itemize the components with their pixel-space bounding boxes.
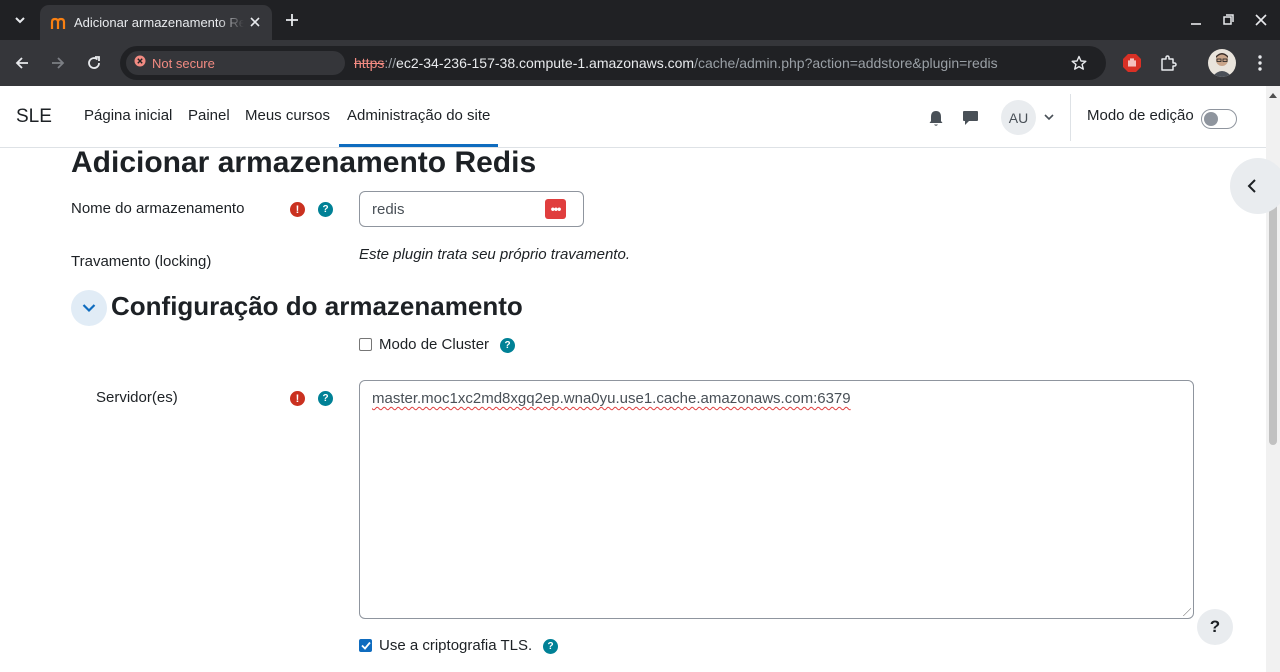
tls-checkbox[interactable] [359, 639, 372, 652]
tab-title: Adicionar armazenamento Redis [74, 15, 244, 30]
url-path: /cache/admin.php?action=addstore&plugin=… [694, 55, 998, 71]
tab-search-chevron-icon[interactable] [8, 8, 32, 32]
servers-value: master.moc1xc2md8xgq2ep.wna0yu.use1.cach… [372, 390, 851, 407]
minimize-window-icon[interactable] [1184, 8, 1208, 32]
section-collapse-button[interactable] [71, 290, 107, 326]
extensions-puzzle-icon[interactable] [1154, 49, 1182, 77]
moodle-favicon-icon [50, 15, 66, 31]
url-separator: :// [384, 55, 397, 71]
password-manager-dots-icon[interactable]: ••• [545, 199, 566, 219]
browser-tab-active[interactable]: Adicionar armazenamento Redis [40, 5, 272, 40]
profile-avatar[interactable] [1208, 49, 1236, 77]
toggle-knob [1204, 112, 1218, 126]
extension-stop-hand-icon[interactable] [1118, 49, 1146, 77]
site-security-chip[interactable]: Not secure [126, 51, 345, 75]
chevron-down-icon [82, 304, 96, 313]
browser-toolbar: Not secure https://ec2-34-236-157-38.com… [0, 40, 1280, 86]
site-navbar: SLE Página inicial Painel Meus cursos Ad… [0, 86, 1266, 148]
servers-label: Servidor(es) [96, 389, 178, 406]
nav-dashboard[interactable]: Painel [188, 107, 230, 124]
tls-help-question-icon[interactable]: ? [543, 639, 558, 654]
required-exclamation-icon: ! [290, 391, 305, 406]
edit-mode-label: Modo de edição [1087, 107, 1194, 124]
help-floating-button[interactable]: ? [1197, 609, 1233, 645]
section-title: Configuração do armazenamento [111, 291, 523, 321]
page-title: Adicionar armazenamento Redis [71, 146, 537, 179]
edit-mode-toggle[interactable] [1201, 109, 1237, 129]
cluster-mode-checkbox[interactable] [359, 338, 372, 351]
browser-menu-kebab-icon[interactable] [1246, 49, 1274, 77]
tab-close-icon[interactable] [246, 13, 264, 31]
site-brand[interactable]: SLE [16, 106, 52, 128]
user-avatar[interactable]: AU [1001, 100, 1036, 135]
url-scheme: https [354, 55, 385, 71]
servers-textarea[interactable]: master.moc1xc2md8xgq2ep.wna0yu.use1.cach… [359, 380, 1194, 619]
store-name-help-question-icon[interactable]: ? [318, 202, 333, 217]
scrollbar-thumb[interactable] [1269, 197, 1277, 445]
nav-site-administration[interactable]: Administração do site [347, 107, 490, 124]
browser-tab-strip: Adicionar armazenamento Redis [0, 0, 1280, 40]
nav-my-courses[interactable]: Meus cursos [245, 107, 330, 124]
url-host: ec2-34-236-157-38.compute-1.amazonaws.co… [396, 55, 695, 71]
locking-label: Travamento (locking) [71, 253, 212, 270]
forward-arrow-icon[interactable] [44, 49, 72, 77]
messages-chat-icon[interactable] [960, 108, 980, 128]
scroll-up-arrow-icon[interactable] [1268, 90, 1278, 100]
locking-static-text: Este plugin trata seu próprio travamento… [359, 246, 630, 263]
store-name-value: redis [372, 201, 405, 218]
maximize-window-icon[interactable] [1216, 8, 1240, 32]
nav-home[interactable]: Página inicial [84, 107, 172, 124]
reload-icon[interactable] [80, 49, 108, 77]
notifications-bell-icon[interactable] [926, 108, 946, 128]
not-secure-label: Not secure [152, 55, 215, 71]
textarea-resize-grip-icon[interactable] [1183, 608, 1191, 616]
close-window-icon[interactable] [1249, 8, 1273, 32]
url-text[interactable]: https://ec2-34-236-157-38.compute-1.amaz… [354, 46, 998, 80]
new-tab-plus-icon[interactable] [280, 8, 304, 32]
chevron-left-icon [1242, 176, 1262, 196]
back-arrow-icon[interactable] [8, 49, 36, 77]
tls-label[interactable]: Use a criptografia TLS. [379, 637, 532, 654]
store-name-input[interactable]: redis ••• [359, 191, 584, 227]
navbar-divider [1070, 94, 1071, 141]
required-exclamation-icon: ! [290, 202, 305, 217]
user-menu-chevron-down-icon[interactable] [1042, 110, 1056, 124]
open-block-drawer-button[interactable] [1230, 158, 1280, 214]
servers-help-question-icon[interactable]: ? [318, 391, 333, 406]
store-name-label: Nome do armazenamento [71, 200, 245, 217]
checkmark-icon [360, 641, 371, 650]
cluster-mode-label[interactable]: Modo de Cluster [379, 336, 489, 353]
address-bar[interactable]: Not secure https://ec2-34-236-157-38.com… [120, 46, 1106, 80]
cluster-mode-help-question-icon[interactable]: ? [500, 338, 515, 353]
bookmark-star-icon[interactable] [1068, 52, 1090, 74]
not-secure-warning-icon [134, 54, 146, 72]
